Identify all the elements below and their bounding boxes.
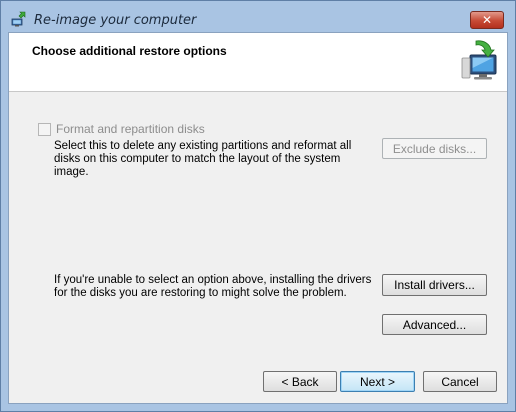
close-button[interactable]: ✕ [470,11,504,29]
dialog-client-area: Choose additional restore options Format… [8,32,508,404]
window-title: Re-image your computer [34,13,197,28]
back-button[interactable]: < Back [263,371,337,392]
monitor-restore-icon [461,40,497,80]
title-bar[interactable]: Re-image your computer ✕ [1,1,515,33]
exclude-disks-button[interactable]: Exclude disks... [382,138,487,159]
drivers-description: If you're unable to select an option abo… [54,274,372,299]
advanced-button[interactable]: Advanced... [382,314,487,335]
format-disks-checkbox[interactable] [38,122,51,136]
next-button[interactable]: Next > [340,371,415,392]
close-icon: ✕ [481,13,493,27]
format-disks-description: Select this to delete any existing parti… [54,140,352,178]
cancel-button[interactable]: Cancel [423,371,497,392]
backup-computer-icon [11,11,26,27]
dialog-window: Re-image your computer ✕ Choose addition… [0,0,516,412]
install-drivers-button[interactable]: Install drivers... [382,274,487,296]
page-title: Choose additional restore options [32,44,227,58]
format-disks-option: Format and repartition disks [38,122,205,136]
format-disks-label: Format and repartition disks [56,122,205,136]
wizard-header: Choose additional restore options [9,33,507,92]
